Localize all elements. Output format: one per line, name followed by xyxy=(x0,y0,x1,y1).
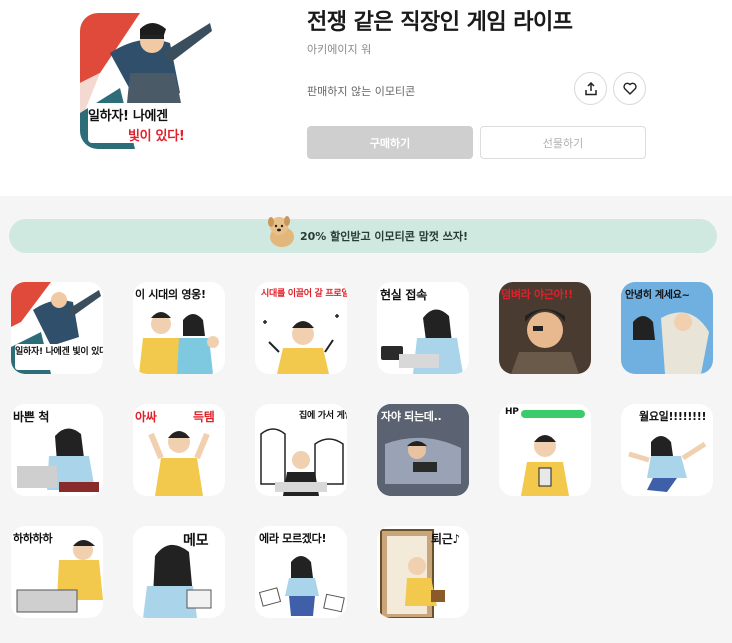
sticker-caption: 일하자! 나에겐 빛이 있다! xyxy=(15,347,103,357)
emoticon-header: 일하자! 나에겐 빛이 있다! 전쟁 같은 직장인 게임 라이프 아키에이지 워… xyxy=(0,0,732,196)
mascot-dog-icon xyxy=(268,216,294,247)
sticker-item[interactable]: 일하자! 나에겐 빛이 있다! xyxy=(11,282,103,374)
sticker-caption: 메모 xyxy=(183,533,209,549)
sticker-item[interactable]: 시대를 이끌어 갈 프로일잘러! xyxy=(255,282,347,374)
sticker-item[interactable]: 아싸 득템 xyxy=(133,404,225,496)
sticker-caption: 하하하하 xyxy=(13,532,53,545)
share-button[interactable] xyxy=(574,72,607,105)
sticker-grid-area: 20% 할인받고 이모티콘 맘껏 쓰자! 일하자! 나에겐 빛이 있다! 이 시… xyxy=(0,196,732,643)
cover-caption-line1: 일하자! 나에겐 xyxy=(88,109,168,124)
sticker-illustration xyxy=(143,544,212,618)
sticker-illustration xyxy=(521,410,585,496)
sticker-item[interactable]: 바쁜 척 xyxy=(11,404,103,496)
page-title: 전쟁 같은 직장인 게임 라이프 xyxy=(307,10,573,35)
promo-text: 20% 할인받고 이모티콘 맘껏 쓰자! xyxy=(299,230,469,243)
sticker-caption: 월요일!!!!!!!! xyxy=(639,410,707,423)
sticker-item[interactable]: 하하하하 xyxy=(11,526,103,618)
sticker-item[interactable]: 자야 되는데.. xyxy=(377,404,469,496)
sticker-item[interactable]: 에라 모르겠다! xyxy=(255,526,347,618)
sticker-caption: 시대를 이끌어 갈 프로일잘러! xyxy=(261,289,347,299)
sticker-item[interactable]: 이 시대의 영웅! xyxy=(133,282,225,374)
sticker-caption: 에라 모르겠다! xyxy=(259,532,327,545)
promo-banner[interactable]: 20% 할인받고 이모티콘 맘껏 쓰자! xyxy=(9,216,717,253)
sticker-item[interactable]: 집에 가서 게임하고 싶다 xyxy=(255,404,347,496)
sticker-caption: 현실 접속 xyxy=(380,288,427,302)
not-for-sale-label: 판매하지 않는 이모티콘 xyxy=(307,85,416,98)
like-button[interactable] xyxy=(613,72,646,105)
sticker-item[interactable]: 월요일!!!!!!!! xyxy=(621,404,713,496)
sticker-caption: HP xyxy=(505,407,519,417)
sticker-caption: 바쁜 척 xyxy=(13,410,50,424)
author-name[interactable]: 아키에이지 워 xyxy=(307,41,371,57)
sticker-item[interactable]: 퇴근♪ xyxy=(377,526,469,618)
sticker-caption-left: 아싸 xyxy=(135,410,157,424)
sticker-item[interactable]: 덤벼라 야근아!! xyxy=(499,282,591,374)
sticker-caption-right: 득템 xyxy=(193,410,215,424)
emoticon-cover-image: 일하자! 나에겐 빛이 있다! xyxy=(80,13,216,149)
sticker-caption: 덤벼라 야근아!! xyxy=(501,288,573,301)
share-icon xyxy=(584,81,597,95)
buy-button[interactable]: 구매하기 xyxy=(307,126,473,159)
gift-button[interactable]: 선물하기 xyxy=(480,126,646,159)
sticker-item[interactable]: 메모 xyxy=(133,526,225,618)
cover-caption-line2: 빛이 있다! xyxy=(128,129,185,144)
sticker-caption: 이 시대의 영웅! xyxy=(135,288,206,301)
sticker-caption: 안녕히 계세요~ xyxy=(625,290,690,301)
heart-icon xyxy=(622,82,637,95)
sticker-item[interactable]: HP xyxy=(499,404,591,496)
sticker-illustration xyxy=(11,282,101,374)
sticker-caption: 퇴근♪ xyxy=(431,532,460,546)
sticker-caption: 집에 가서 게임하고 싶다 xyxy=(299,411,347,421)
sticker-item[interactable]: 안녕히 계세요~ xyxy=(621,282,713,374)
sticker-caption: 자야 되는데.. xyxy=(381,410,442,423)
sticker-item[interactable]: 현실 접속 xyxy=(377,282,469,374)
